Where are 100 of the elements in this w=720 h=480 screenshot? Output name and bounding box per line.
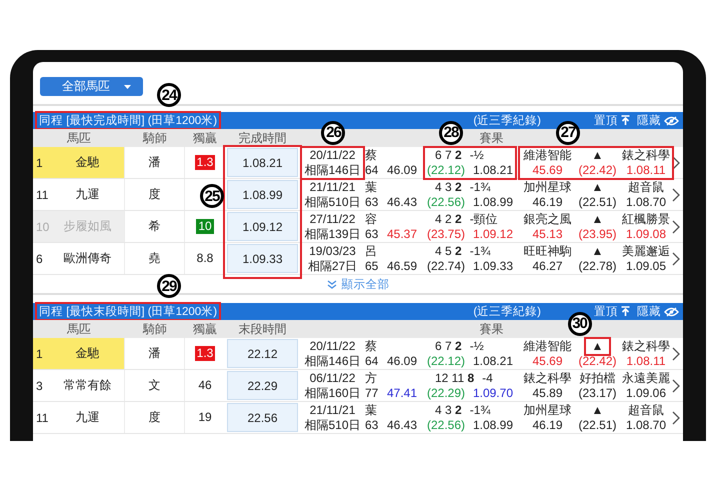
rider-name: 容 <box>365 212 378 226</box>
value-text: 1.08.99 <box>472 194 513 210</box>
time-cell: 22.29 <box>227 371 298 400</box>
value-text: 1.08.11 <box>625 162 667 178</box>
hide-button[interactable]: 隱藏 <box>637 304 679 319</box>
value-text: (22.42) <box>577 354 618 368</box>
jockey-name: 度 <box>148 186 160 203</box>
horse-name: 維港智能 <box>522 148 572 162</box>
odds-value: 10 <box>196 219 214 234</box>
time-cell: 22.56 <box>227 403 298 432</box>
odds-value: 1.3 <box>194 155 216 170</box>
weight-text: 63 <box>365 226 380 242</box>
marker-text: ▲ <box>590 148 604 162</box>
horse-number: 11 <box>35 410 50 424</box>
section-note: (近三季紀錄) <box>473 114 541 128</box>
horse-name: 超音鼠 <box>627 402 665 418</box>
horse-name: 九運 <box>74 186 100 203</box>
value-text: 45.69 <box>531 354 564 368</box>
value-text: 46.59 <box>387 258 418 274</box>
value-text: 46.43 <box>387 194 418 210</box>
marker-text: ▲ <box>590 212 604 226</box>
marker-text: 好拍檔 <box>578 370 616 386</box>
section-note: (近三季紀錄) <box>473 304 541 319</box>
time-cell: 1.09.33 <box>227 244 298 273</box>
placing-text: 4 3 2 -1¾ <box>434 402 492 418</box>
horse-name: 加州星球 <box>522 402 572 418</box>
value-text: (22.78) <box>577 258 618 274</box>
horse-number: 3 <box>35 378 44 392</box>
callout-number: 29 <box>157 274 181 298</box>
chevron-right-icon[interactable] <box>672 188 680 202</box>
value-text: 1.08.21 <box>472 354 513 368</box>
value-text: 45.13 <box>531 226 564 242</box>
horse-number: 6 <box>35 252 44 266</box>
show-all-link[interactable]: 顯示全部 <box>326 276 390 292</box>
chevron-right-icon[interactable] <box>672 346 680 360</box>
weight-text: 64 <box>365 354 380 368</box>
column-header: 完成時間 <box>238 130 286 146</box>
value-text: 45.69 <box>531 162 564 178</box>
column-header: 賽果 <box>480 320 504 338</box>
race-date: 20/11/22 相隔146日 <box>303 338 362 368</box>
value-text: 1.09.08 <box>624 226 668 242</box>
pin-top-button[interactable]: 置頂 <box>594 304 630 319</box>
horse-number: 1 <box>35 346 44 360</box>
weight-text: 64 <box>365 162 380 178</box>
horse-number: 1 <box>35 156 44 170</box>
odds-value: 46 <box>197 378 213 393</box>
rider-name: 呂 <box>365 244 378 258</box>
value-text: 1.09.05 <box>624 258 668 274</box>
hide-button[interactable]: 隱藏 <box>637 113 679 128</box>
filter-dropdown[interactable]: 全部馬匹 <box>40 77 143 96</box>
column-header: 獨贏 <box>193 130 217 146</box>
jockey-name: 度 <box>148 409 160 426</box>
placing-text: 6 7 2 -½ <box>434 148 485 162</box>
value-text: (22.56) <box>427 194 466 210</box>
marker-text: ▲ <box>590 402 604 418</box>
value-text: (22.29) <box>427 386 466 400</box>
column-header: 馬匹 <box>67 130 91 146</box>
chevron-right-icon[interactable] <box>672 220 680 234</box>
eye-slash-icon <box>664 306 679 316</box>
chevron-right-icon[interactable] <box>672 410 680 424</box>
value-text: (22.12) <box>427 354 466 368</box>
time-cell: 1.08.99 <box>227 180 298 209</box>
arrow-up-icon <box>621 306 630 317</box>
chevron-right-icon[interactable] <box>672 156 680 170</box>
horse-name: 常常有餘 <box>62 377 112 394</box>
placing-text: 4 3 2 -1¾ <box>434 180 492 194</box>
column-header: 末段時間 <box>238 320 286 338</box>
race-date: 06/11/22 相隔160日 <box>303 370 362 400</box>
rider-name: 蔡 <box>365 338 378 354</box>
rider-name: 葉 <box>365 180 378 194</box>
value-text: 47.41 <box>387 386 418 400</box>
column-header: 獨贏 <box>193 320 217 338</box>
value-text: 1.09.06 <box>624 386 668 400</box>
pin-top-button[interactable]: 置頂 <box>594 113 630 128</box>
race-date: 19/03/23 相隔27日 <box>306 244 358 274</box>
value-text: (23.95) <box>577 226 618 242</box>
race-date: 21/11/21 相隔510日 <box>303 180 362 210</box>
value-text: (22.74) <box>427 258 466 274</box>
jockey-name: 堯 <box>148 250 160 267</box>
horse-name: 錶之科學 <box>621 148 671 162</box>
time-cell: 1.09.12 <box>227 212 298 241</box>
value-text: 46.19 <box>531 418 564 432</box>
chevron-right-icon[interactable] <box>672 378 680 392</box>
weight-text: 77 <box>365 386 380 400</box>
value-text: 1.09.12 <box>472 226 513 242</box>
value-text: 1.08.11 <box>625 354 667 368</box>
placing-text: 4 2 2 -頸位 <box>434 212 499 226</box>
value-text: (22.51) <box>577 418 618 432</box>
value-text: 1.09.33 <box>472 258 513 274</box>
column-header: 騎師 <box>143 320 167 338</box>
chevron-right-icon[interactable] <box>672 252 680 266</box>
value-text: (23.75) <box>427 226 466 242</box>
jockey-name: 潘 <box>148 154 160 171</box>
weight-text: 65 <box>365 258 380 274</box>
race-date: 21/11/21 相隔510日 <box>303 402 362 432</box>
value-text: 1.08.70 <box>624 418 668 432</box>
value-text: 46.43 <box>387 418 418 432</box>
horse-name: 加州星球 <box>522 180 572 194</box>
double-chevron-down-icon <box>326 280 336 288</box>
value-text: (22.12) <box>427 162 466 178</box>
